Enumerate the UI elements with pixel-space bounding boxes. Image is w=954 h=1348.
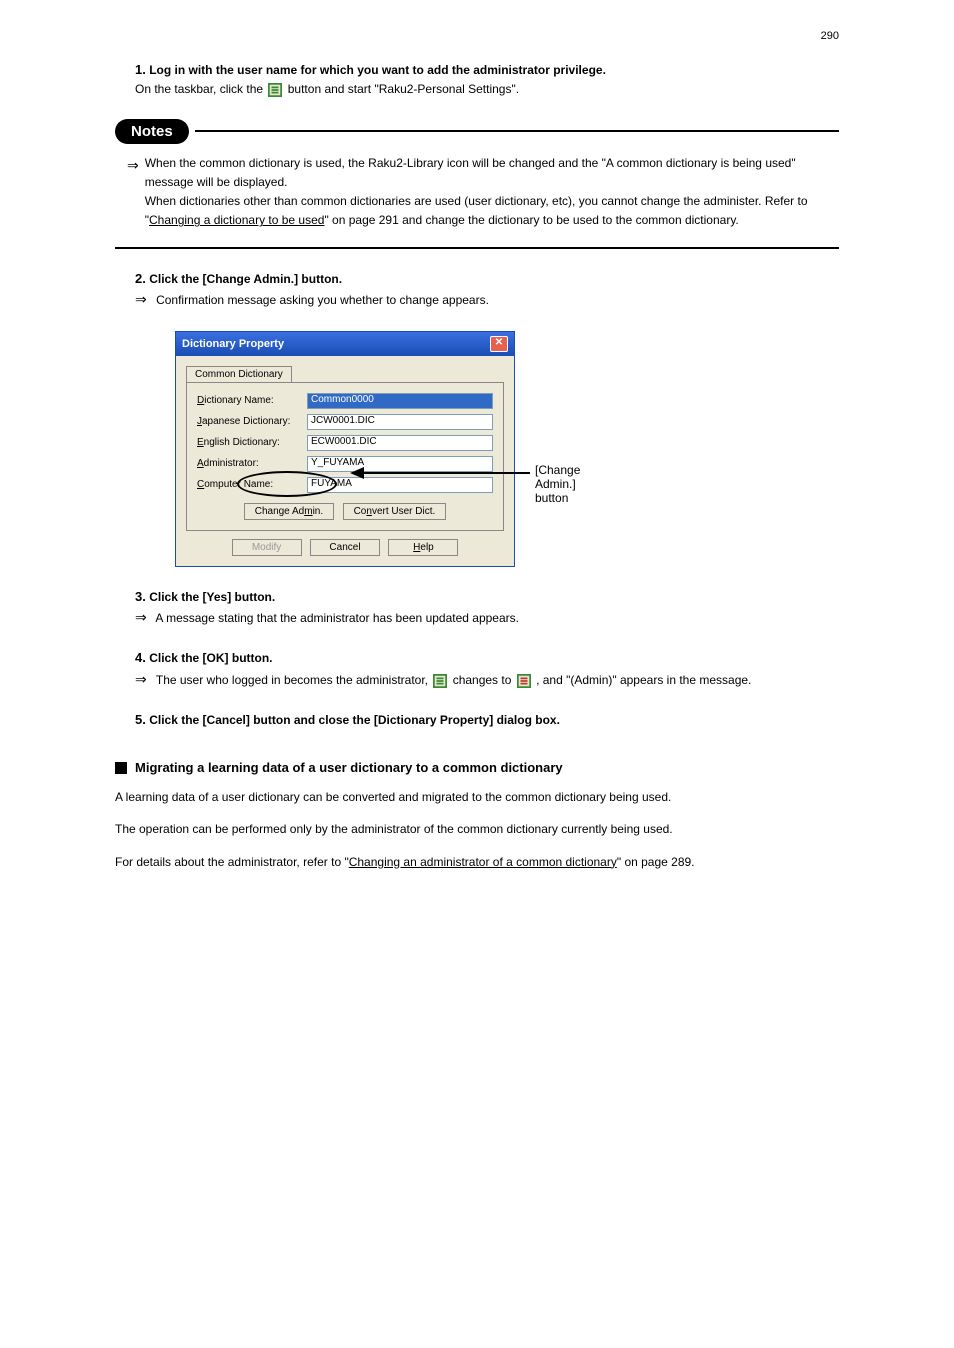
step-4-line-c: , and "(Admin)" appears in the message. — [536, 673, 751, 687]
label-computer-name: Computer Name: — [197, 479, 307, 490]
notes-badge: Notes — [115, 119, 189, 144]
label-administrator: Administrator: — [197, 458, 307, 469]
tab-panel: Dictionary Name: Common0000 Japanese Dic… — [186, 382, 504, 531]
step-1-title: Log in with the user name for which you … — [149, 63, 606, 77]
input-computer-name[interactable]: FUYAMA — [307, 477, 493, 493]
step-5-title: Click the [Cancel] button and close the … — [149, 713, 560, 727]
step-4-num: 4. — [135, 650, 146, 665]
section-title: Migrating a learning data of a user dict… — [135, 760, 563, 775]
tab-common-dictionary[interactable]: Common Dictionary — [186, 366, 292, 382]
step-2-title: Click the [Change Admin.] button. — [149, 272, 342, 286]
step-3-arrow: ⇒ — [135, 609, 147, 625]
notes-header: Notes — [115, 119, 839, 144]
input-japanese-dictionary[interactable]: JCW0001.DIC — [307, 414, 493, 430]
input-dictionary-name[interactable]: Common0000 — [307, 393, 493, 409]
step-4-line-a: The user who logged in becomes the admin… — [156, 673, 431, 687]
modify-button: Modify — [232, 539, 302, 556]
dictionary-property-dialog-wrap: Dictionary Property ✕ Common Dictionary … — [175, 331, 515, 567]
convert-user-dict-button[interactable]: Convert User Dict. — [343, 503, 447, 520]
label-english-dictionary: English Dictionary: — [197, 437, 307, 448]
step-4-line-b: changes to — [453, 673, 515, 687]
step-5: 5. Click the [Cancel] button and close t… — [115, 710, 839, 730]
step-5-num: 5. — [135, 712, 146, 727]
notes-arrow: ⇒ — [127, 154, 139, 231]
raku2-tray-icon — [268, 80, 282, 99]
step-4: 4. Click the [OK] button. ⇒ The user who… — [115, 648, 839, 690]
tray-icon-after — [517, 671, 531, 690]
step-3-num: 3. — [135, 589, 146, 604]
step-2-arrow: ⇒ — [135, 291, 147, 307]
input-administrator[interactable]: Y_FUYAMA — [307, 456, 493, 472]
cancel-button[interactable]: Cancel — [310, 539, 380, 556]
dialog-titlebar: Dictionary Property ✕ — [176, 332, 514, 356]
notes-body: ⇒ When the common dictionary is used, th… — [127, 154, 839, 231]
input-english-dictionary[interactable]: ECW0001.DIC — [307, 435, 493, 451]
dialog-title: Dictionary Property — [182, 338, 284, 350]
dictionary-property-dialog: Dictionary Property ✕ Common Dictionary … — [175, 331, 515, 567]
label-japanese-dictionary: Japanese Dictionary: — [197, 416, 307, 427]
notes-link[interactable]: Changing a dictionary to be used — [149, 213, 324, 227]
step-3-result: A message stating that the administrator… — [155, 611, 519, 625]
change-admin-button[interactable]: Change Admin. — [244, 503, 334, 520]
help-button[interactable]: Help — [388, 539, 458, 556]
tray-icon-before — [433, 671, 447, 690]
step-1-num: 1. — [135, 62, 146, 77]
section-p3a: For details about the administrator, ref… — [115, 855, 349, 869]
notes-line-1: When the common dictionary is used, the … — [145, 156, 796, 189]
section-p3b: " on page 289. — [617, 855, 695, 869]
notes-end-line — [115, 247, 839, 249]
step-1-line-b: button and start "Raku2-Personal Setting… — [288, 82, 519, 96]
section-p2: The operation can be performed only by t… — [115, 819, 839, 839]
step-1-line-a: On the taskbar, click the — [135, 82, 266, 96]
step-2-num: 2. — [135, 271, 146, 286]
section-link[interactable]: Changing an administrator of a common di… — [349, 855, 617, 869]
step-1: 1. Log in with the user name for which y… — [115, 60, 839, 99]
callout-label: [Change Admin.] button — [535, 463, 580, 505]
step-4-title: Click the [OK] button. — [149, 651, 272, 665]
page-number: 290 — [821, 30, 839, 42]
section-p1: A learning data of a user dictionary can… — [115, 787, 839, 807]
notes-line-2b: " on page 291 and change the dictionary … — [324, 213, 738, 227]
step-2: 2. Click the [Change Admin.] button. ⇒ C… — [115, 269, 839, 311]
section-body: A learning data of a user dictionary can… — [115, 787, 839, 872]
close-icon[interactable]: ✕ — [490, 336, 508, 352]
step-2-result: Confirmation message asking you whether … — [156, 293, 489, 307]
step-3: 3. Click the [Yes] button. ⇒ A message s… — [115, 587, 839, 629]
section-header: Migrating a learning data of a user dict… — [115, 760, 839, 775]
step-4-arrow: ⇒ — [135, 671, 147, 687]
notes-line — [195, 130, 839, 132]
label-dictionary-name: Dictionary Name: — [197, 395, 307, 406]
step-3-title: Click the [Yes] button. — [149, 590, 275, 604]
section-bullet-icon — [115, 762, 127, 774]
